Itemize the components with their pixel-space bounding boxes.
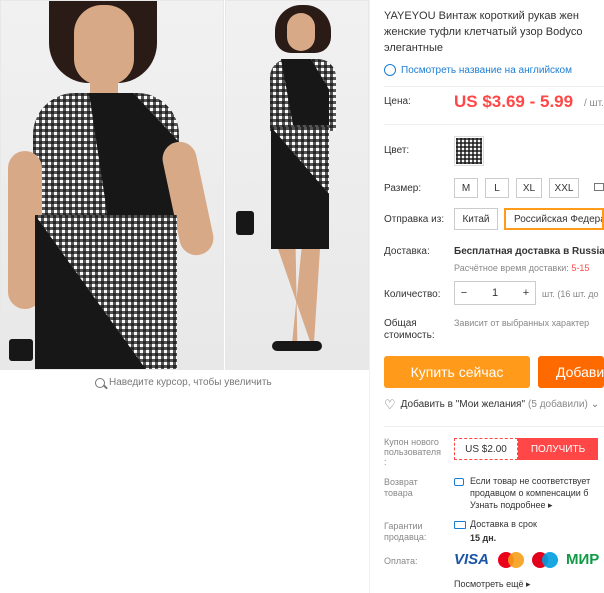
zoom-hint-text: Наведите курсор, чтобы увеличить [109,377,272,388]
coupon-value: US $2.00 [454,438,518,460]
return-label: Возврат товара [384,477,418,499]
size-option-m[interactable]: M [454,178,478,198]
size-chart-icon[interactable] [594,183,604,191]
title-line-1: YAYEYOU Винтаж короткий рукав жен [384,10,579,22]
chevron-down-icon: ⌄ [590,399,600,410]
color-option[interactable] [454,136,484,166]
quantity-minus-button[interactable]: − [455,287,473,299]
payment-more-link[interactable]: Посмотреть ещё ▸ [454,579,531,590]
quantity-plus-button[interactable]: + [517,287,535,299]
wishlist-text[interactable]: Добавить в "Мои желания" [401,399,525,410]
total-label-line-2: стоимость: [384,330,435,341]
payment-visa-icon: VISA [454,551,490,568]
size-option-xl[interactable]: XL [516,178,542,198]
return-more-link[interactable]: Узнать подробнее ▸ [470,499,604,511]
magnifier-icon [95,377,108,389]
size-option-l-label: L [494,182,500,194]
size-option-xxl[interactable]: XXL [549,178,579,198]
price-divider-bottom [384,124,604,125]
ship-from-china-label: Китай [462,213,490,225]
add-to-cart-button[interactable]: Добави [538,356,604,388]
delivery-time-value: 5-15 [571,263,590,273]
shoes [272,341,322,351]
product-title: YAYEYOU Винтаж короткий рукав жен женски… [384,8,604,56]
translate-link[interactable]: Посмотреть название на английском [384,64,572,76]
wishlist-link[interactable]: ♡ Добавить в "Мои желания" (5 добавили) … [384,396,600,412]
guarantee-label-line-2: продавца: [384,532,427,542]
guarantee-days: 15 дн. [470,533,497,543]
payment-label: Оплата: [384,556,418,566]
guarantee-label-line-1: Гарантии [384,521,423,531]
coupon-label-line-1: Купон нового [384,437,439,447]
ship-from-russia[interactable]: Российская Федера [504,208,604,230]
delivery-value: Бесплатная доставка в Russian [454,246,604,257]
ship-from-china[interactable]: Китай [454,208,498,230]
color-label: Цвет: [384,145,410,156]
model-legs [278,249,320,341]
quantity-label: Количество: [384,289,441,300]
coupon-label-line-3: : [384,457,387,467]
payment-maestro-icon [532,551,560,569]
price-label: Цена: [384,96,411,107]
coupon-divider [384,426,604,427]
total-label-line-1: Общая [384,318,417,329]
size-option-xxl-label: XXL [554,182,574,194]
model-face [74,5,134,85]
title-line-2: женские туфли клетчатый узор Bodyco [384,26,583,38]
return-text: Если товар не соответствует продавцом о … [470,475,604,511]
main-product-image[interactable] [0,0,224,370]
size-option-xl-label: XL [522,182,536,194]
price-value: US $3.69 - 5.99 [454,92,574,111]
clutch-bag [9,339,33,361]
return-text-line-2: продавцом о компенсации б [470,488,589,498]
price-divider [384,86,604,87]
price-unit: / шт. [584,98,604,109]
ship-from-label: Отправка из: [384,214,445,225]
quantity-value[interactable]: 1 [473,287,517,299]
translate-icon [384,64,396,76]
size-label: Размер: [384,183,422,194]
delivery-time-label: Расчётное время доставки: [454,263,569,273]
ship-from-russia-label: Российская Федера [514,213,604,225]
size-option-l[interactable]: L [485,178,509,198]
return-label-line-2: товара [384,488,413,498]
color-thumbnail [456,138,482,164]
return-label-line-1: Возврат [384,477,418,487]
zoom-hint: Наведите курсор, чтобы увеличить [95,377,272,389]
quantity-stepper[interactable]: − 1 + [454,281,536,305]
title-line-3: элегантные [384,42,444,54]
delivery-time: Расчётное время доставки: 5-15 [454,263,589,273]
coupon-value-text: US $2.00 [465,443,507,455]
quantity-stock: шт. (16 шт. до [542,289,599,299]
clutch-bag [236,211,254,235]
delivery-label: Доставка: [384,246,430,257]
guarantee-text: Доставка в срок [470,519,537,529]
buy-now-button-label: Купить сейчас [410,364,504,380]
column-divider [369,0,370,593]
guarantee-label: Гарантии продавца: [384,521,426,543]
buy-now-button[interactable]: Купить сейчас [384,356,530,388]
return-text-line-1: Если товар не соответствует [470,476,591,486]
payment-mir-icon: МИР [566,551,600,568]
wishlist-count: (5 добавили) [528,399,588,410]
coupon-get-button-label: ПОЛУЧИТЬ [530,443,586,455]
add-to-cart-button-label: Добави [556,364,604,380]
truck-icon [454,521,466,529]
coupon-get-button[interactable]: ПОЛУЧИТЬ [518,438,598,460]
coupon-label-line-2: пользователя [384,447,441,457]
size-option-m-label: M [461,182,471,194]
total-value: Зависит от выбранных характер [454,318,590,328]
secondary-product-image[interactable] [225,0,369,370]
heart-icon: ♡ [384,396,396,412]
payment-mastercard-icon [498,551,526,569]
coupon-label: Купон нового пользователя : [384,437,441,467]
model-face [287,13,315,51]
translate-link-text[interactable]: Посмотреть название на английском [401,65,572,76]
return-icon [454,478,464,486]
